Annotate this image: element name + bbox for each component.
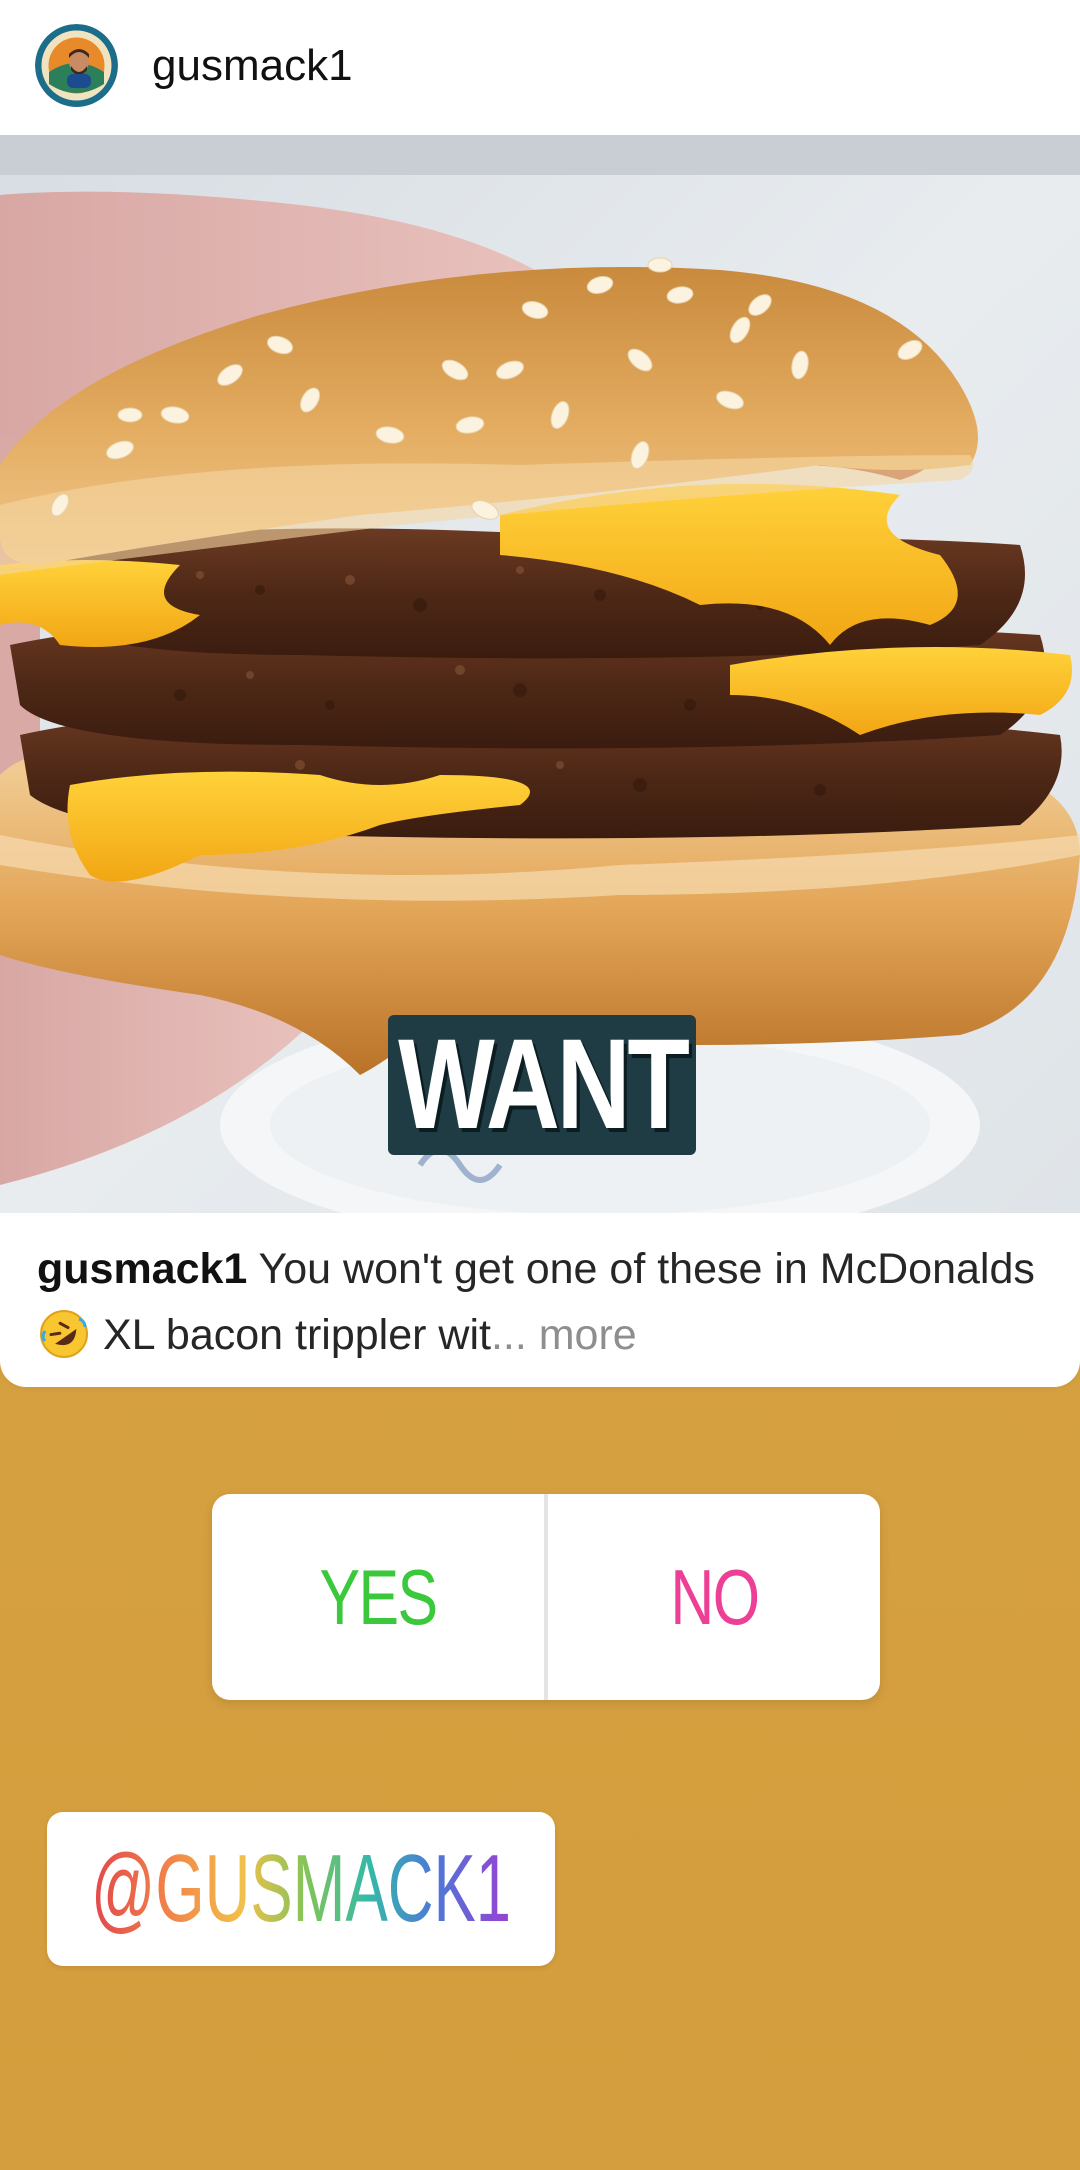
post-header: gusmack1 — [0, 0, 1080, 135]
poll-yes-label: YES — [319, 1552, 438, 1641]
poll-yes-button[interactable]: YES — [212, 1494, 544, 1700]
shared-post-card[interactable]: gusmack1 WANT gusmack1 You won't get one… — [0, 0, 1080, 1387]
want-sticker-label: WANT — [397, 1013, 690, 1156]
poll-no-button[interactable]: NO — [548, 1494, 880, 1700]
poll-sticker: YES NO — [212, 1494, 880, 1700]
post-author-username[interactable]: gusmack1 — [152, 36, 353, 96]
caption-more-link[interactable]: ... more — [491, 1311, 637, 1359]
caption-text-part2: XL bacon trippler wit — [102, 1311, 491, 1359]
rolling-on-floor-laughing-emoji-icon — [39, 1309, 89, 1359]
user-avatar[interactable] — [35, 24, 118, 107]
poll-no-label: NO — [669, 1552, 760, 1641]
post-photo[interactable]: WANT — [0, 135, 1080, 1213]
want-text-sticker: WANT — [388, 1015, 696, 1155]
caption-username[interactable]: gusmack1 — [37, 1245, 247, 1293]
mention-rainbow-text: @GUSMACK1 — [91, 1835, 511, 1942]
mention-sticker[interactable]: @GUSMACK1 — [47, 1812, 555, 1966]
caption-text-part1: You won't get one of these in McDonalds — [258, 1245, 1035, 1293]
avatar-image — [35, 24, 118, 107]
post-caption: gusmack1 You won't get one of these in M… — [37, 1236, 1047, 1368]
mention-text: @GUSMACK1 — [91, 1835, 511, 1942]
